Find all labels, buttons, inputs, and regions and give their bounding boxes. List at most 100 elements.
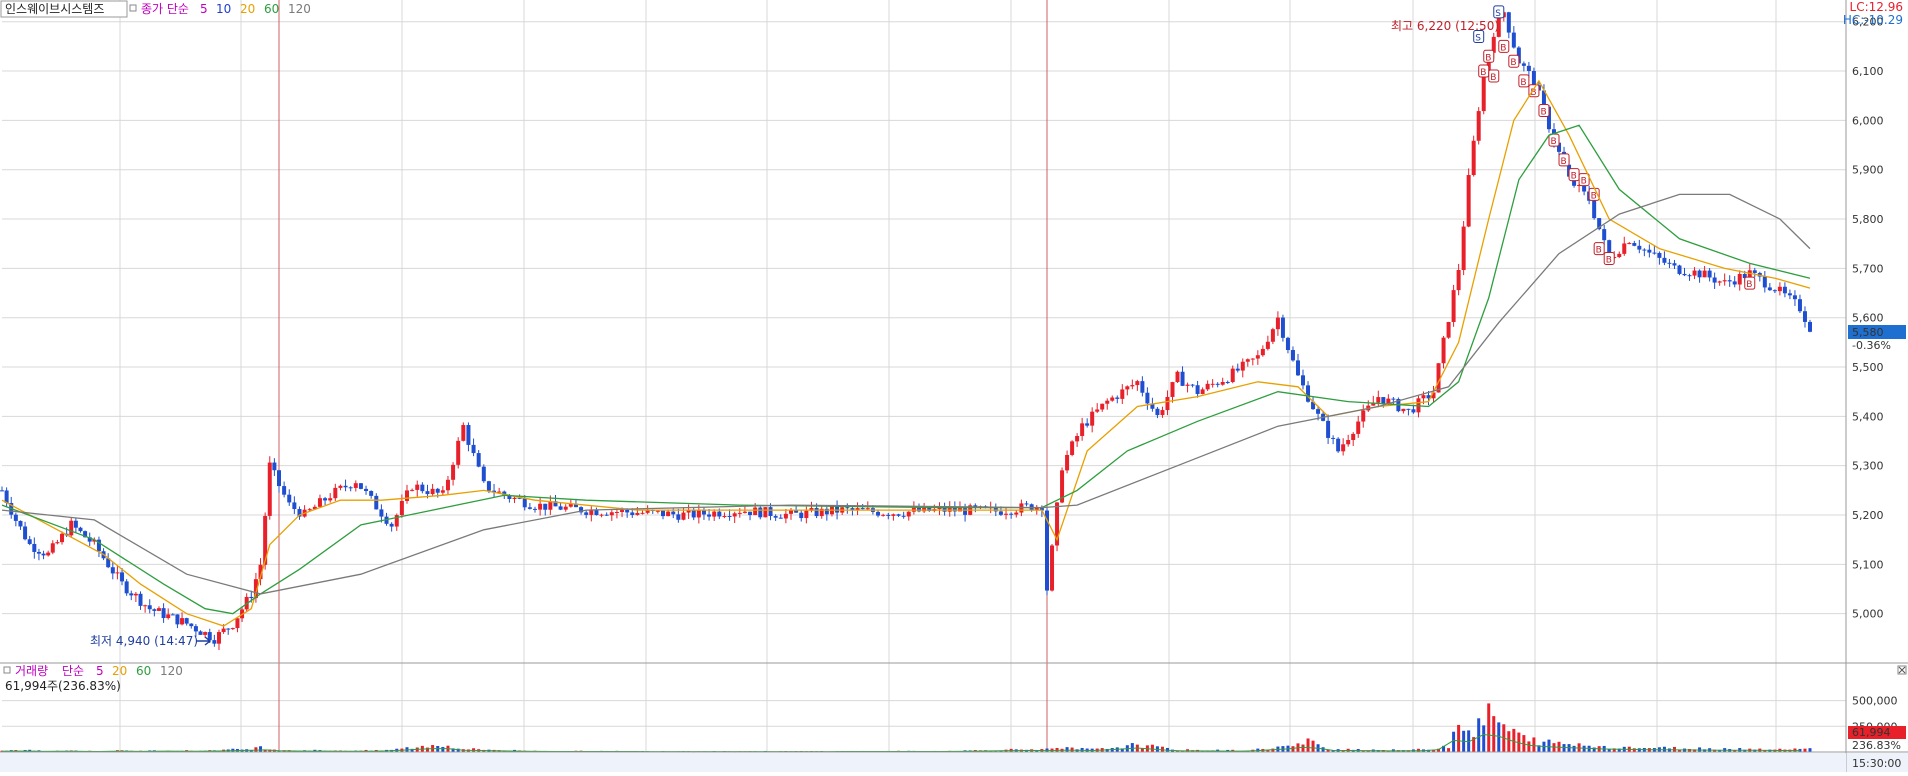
marker-letter: S — [1495, 9, 1501, 19]
volume-ma-120[interactable]: 120 — [160, 664, 183, 678]
candle — [379, 509, 384, 517]
candle — [1697, 270, 1702, 278]
candle — [124, 581, 129, 594]
candle — [328, 498, 333, 501]
candle — [1235, 368, 1240, 371]
candle — [1285, 337, 1290, 351]
candle — [317, 498, 322, 507]
candle — [655, 510, 660, 512]
volume-bar — [1497, 722, 1501, 752]
volume-ma-20[interactable]: 20 — [112, 664, 127, 678]
candle — [212, 640, 217, 644]
candle — [1602, 229, 1607, 241]
candle — [512, 497, 517, 500]
candle — [527, 507, 532, 509]
price-ma-5[interactable]: 5 — [200, 2, 208, 16]
candle — [860, 508, 865, 510]
volume-bar — [1808, 748, 1812, 752]
candle — [120, 572, 125, 582]
candle — [1722, 280, 1727, 282]
price-ma-120[interactable]: 120 — [288, 2, 311, 16]
candle — [1451, 290, 1456, 322]
candle — [768, 507, 773, 517]
candle — [129, 593, 134, 596]
price-ma-10[interactable]: 10 — [216, 2, 231, 16]
candle — [783, 513, 788, 519]
candle — [676, 514, 681, 520]
high-annotation: 최고 6,220 (12:50) — [1391, 19, 1499, 33]
candle — [609, 512, 614, 516]
candle — [175, 614, 180, 625]
candle — [1260, 348, 1265, 356]
candle — [799, 512, 804, 519]
candle — [1381, 397, 1386, 404]
candle — [998, 511, 1003, 515]
volume-bar — [441, 746, 445, 752]
legend-toggle[interactable] — [129, 4, 137, 12]
candle — [522, 498, 527, 508]
candle — [538, 503, 543, 510]
candle — [445, 479, 450, 491]
candle — [374, 495, 379, 510]
candle — [1667, 262, 1672, 264]
candle — [1446, 321, 1451, 338]
candle — [184, 618, 189, 624]
price-ma-60[interactable]: 60 — [264, 2, 279, 16]
marker-letter: B — [1591, 191, 1597, 201]
candle — [78, 527, 83, 532]
candle — [737, 512, 742, 514]
candle — [249, 596, 254, 599]
candle — [1652, 252, 1657, 254]
price-ma-20[interactable]: 20 — [240, 2, 255, 16]
candle — [267, 462, 272, 516]
marker-letter: S — [1475, 34, 1481, 44]
volume-bar — [1291, 746, 1295, 752]
candle — [430, 488, 435, 495]
candle — [661, 510, 665, 517]
candle — [50, 543, 55, 553]
volume-ma-5[interactable]: 5 — [96, 664, 104, 678]
candle — [1275, 317, 1280, 330]
volume-title: 거래량 — [15, 664, 48, 678]
candle — [1647, 249, 1652, 253]
price-tag-change: -0.36% — [1852, 339, 1891, 352]
candle — [1140, 381, 1145, 393]
candle — [865, 508, 870, 510]
candle — [410, 489, 415, 491]
candle — [147, 605, 152, 610]
volume-legend-toggle[interactable] — [3, 666, 11, 674]
candle — [1250, 358, 1255, 360]
volume-bar — [1482, 725, 1486, 752]
candle — [604, 514, 609, 516]
volume-bar — [1492, 716, 1496, 752]
candle — [533, 508, 537, 510]
intraday-chart: SSBBBBBBBBBBBBBBBB 5,000 5,100 5,200 5,300 5… — [0, 0, 1908, 772]
candle — [1155, 408, 1160, 416]
candle — [435, 488, 440, 493]
volume-bar — [1447, 748, 1451, 752]
candle — [1421, 395, 1426, 399]
candle — [1772, 290, 1777, 292]
candle — [1797, 299, 1802, 312]
volume-bar — [425, 747, 429, 752]
candle — [4, 490, 9, 503]
candle — [1245, 359, 1250, 362]
volume-bar — [1572, 745, 1576, 752]
candle — [1531, 70, 1536, 86]
candle — [1511, 32, 1516, 48]
marker-letter: B — [1540, 108, 1546, 118]
candle — [420, 484, 425, 492]
candle — [27, 539, 32, 544]
candle — [1100, 403, 1105, 410]
candle — [1220, 382, 1225, 385]
candle — [640, 512, 645, 514]
candle — [272, 462, 277, 471]
candle — [110, 567, 115, 574]
candle — [170, 614, 175, 616]
volume-ma-60[interactable]: 60 — [136, 664, 151, 678]
candle — [1341, 444, 1346, 452]
marker-letter: B — [1480, 68, 1486, 78]
volume-bar — [1301, 744, 1305, 752]
candle — [671, 511, 676, 515]
candle — [166, 614, 171, 619]
